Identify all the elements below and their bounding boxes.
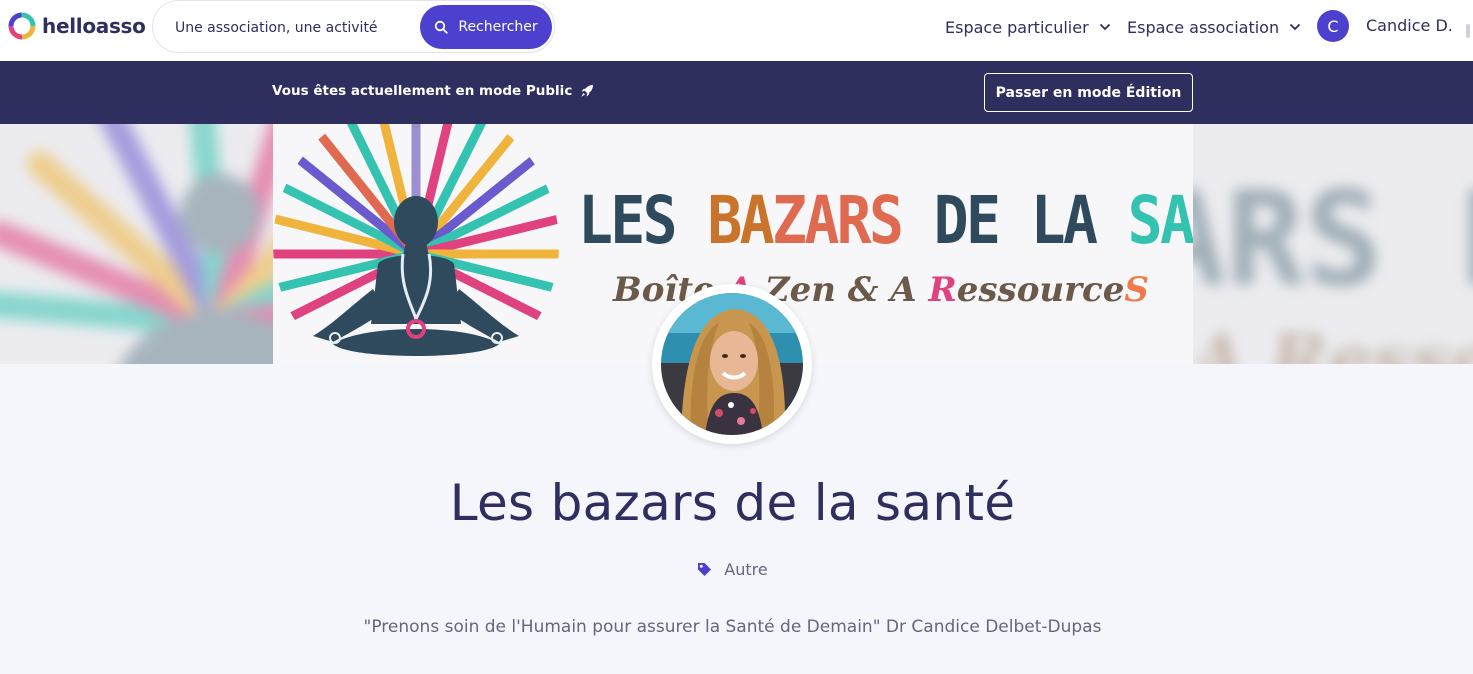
nav-espace-association-label: Espace association xyxy=(1127,17,1280,37)
cover-title-part: DE LA xyxy=(901,182,1128,259)
cover-title-part: SANTÉ xyxy=(1127,182,1193,259)
user-avatar[interactable]: C xyxy=(1317,10,1349,42)
meditation-doctor-illustration xyxy=(273,124,559,356)
mode-banner: Vous êtes actuellement en mode Public Pa… xyxy=(0,61,1473,124)
organization-avatar xyxy=(652,284,812,444)
mode-status: Vous êtes actuellement en mode Public xyxy=(272,83,594,99)
tag-icon xyxy=(698,563,712,576)
nav-espace-particulier[interactable]: Espace particulier xyxy=(945,16,1111,38)
cover-title-part: LES xyxy=(578,182,708,259)
organization-tagline: "Prenons soin de l'Humain pour assurer l… xyxy=(363,617,1102,637)
scrollbar-thumb[interactable] xyxy=(1466,24,1470,38)
organization-category[interactable]: Autre xyxy=(0,560,1465,579)
portrait-image xyxy=(661,293,803,435)
rocket-icon xyxy=(581,85,594,97)
cover-subtitle-part: S xyxy=(1124,270,1149,310)
nav-espace-association[interactable]: Espace association xyxy=(1127,16,1301,38)
top-header: helloasso Rechercher Espace particulier … xyxy=(0,0,1473,61)
search-icon xyxy=(435,20,449,34)
search-input[interactable] xyxy=(173,16,417,40)
search-bar: Rechercher xyxy=(152,0,555,53)
helloasso-logo-icon xyxy=(8,12,36,40)
cover-title-part: BA xyxy=(707,182,774,259)
user-name[interactable]: Candice D. xyxy=(1366,16,1453,35)
nav-espace-particulier-label: Espace particulier xyxy=(945,17,1089,37)
organization-name: Les bazars de la santé xyxy=(449,474,1016,532)
cover-title: LES BAZARS DE LA SANTÉ xyxy=(578,182,1193,259)
chevron-down-icon xyxy=(1289,23,1301,31)
chevron-down-icon xyxy=(1099,23,1110,31)
user-initial: C xyxy=(1327,16,1339,36)
cover-subtitle-part: essource xyxy=(956,270,1125,310)
switch-edit-mode-label: Passer en mode Édition xyxy=(995,84,1182,101)
cover-title-part: Z xyxy=(771,182,807,259)
cover-subtitle-part: R xyxy=(928,270,957,310)
mode-status-text: Vous êtes actuellement en mode Public xyxy=(272,83,573,99)
search-button[interactable]: Rechercher xyxy=(420,5,552,49)
organization-category-label: Autre xyxy=(724,560,768,579)
helloasso-logo[interactable]: helloasso xyxy=(8,12,146,40)
organization-avatar-photo xyxy=(661,293,803,435)
cover-title-part: ARS xyxy=(804,182,904,259)
logo-text: helloasso xyxy=(42,14,146,38)
switch-edit-mode-button[interactable]: Passer en mode Édition xyxy=(984,73,1193,112)
search-button-label: Rechercher xyxy=(458,19,538,35)
